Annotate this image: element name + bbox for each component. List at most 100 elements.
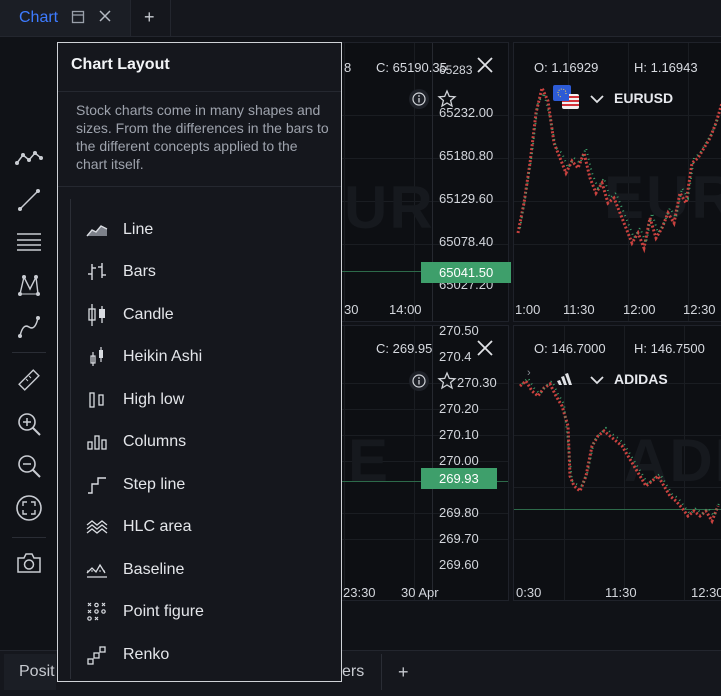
time-axis-label: 12:30 (683, 302, 716, 317)
zoom-in-icon (18, 413, 41, 436)
time-axis-label: 12:30 (691, 585, 721, 600)
detach-tab-icon[interactable] (71, 10, 85, 27)
layout-option-renko[interactable]: Renko (80, 637, 330, 673)
zoom-out-icon (18, 455, 41, 478)
time-axis-label: 14:00 (389, 302, 422, 317)
info-icon[interactable] (409, 371, 429, 391)
hlc-area-icon (84, 515, 110, 539)
layout-option-label: High low (123, 391, 185, 408)
layout-option-heikin-ashi[interactable]: Heikin Ashi (80, 339, 330, 375)
candles-eurusd (516, 83, 721, 254)
path-tool-button[interactable] (4, 309, 54, 345)
chart-bottom-right[interactable]: ADI (513, 325, 721, 601)
info-icon[interactable] (409, 89, 429, 109)
layout-option-label: Step line (123, 476, 186, 493)
baseline-chart-icon (84, 558, 110, 582)
tab-positions[interactable]: Posit (4, 654, 56, 690)
indicators-button[interactable] (4, 140, 54, 176)
tab-chart-label: Chart (19, 9, 59, 26)
layout-option-label: HLC area (123, 518, 192, 535)
candle-chart-icon (84, 303, 110, 327)
panel-title: Chart Layout (71, 56, 170, 73)
toolbar-divider (12, 537, 46, 538)
layout-option-label: Baseline (123, 561, 185, 578)
chevron-down-icon[interactable] (590, 372, 604, 390)
eu-flag-icon (553, 85, 579, 114)
chart-watermark: UR (344, 174, 435, 241)
drawing-toolbar (4, 40, 54, 646)
layout-option-baseline[interactable]: Baseline (80, 552, 330, 588)
camera-icon (17, 553, 41, 573)
layout-option-bars[interactable]: Bars (80, 254, 330, 290)
high-low-icon (84, 388, 110, 412)
chevron-down-icon[interactable] (590, 91, 604, 109)
ohlc-high: H: 1.16943 (634, 60, 698, 75)
layout-option-columns[interactable]: Columns (80, 424, 330, 460)
layout-option-label: Point figure (123, 603, 204, 620)
time-axis-label: 30 (344, 302, 359, 317)
layout-option-candle[interactable]: Candle (80, 297, 330, 333)
fit-screen-icon (16, 495, 42, 521)
layout-option-point-figure[interactable]: Point figure (80, 594, 330, 630)
price-axis-label: 269.60 (439, 557, 479, 572)
close-chart-icon[interactable] (476, 54, 494, 80)
columns-chart-icon (84, 430, 110, 454)
point-figure-icon (84, 600, 110, 624)
time-axis-label: 11:30 (563, 302, 595, 317)
collapse-arrow-icon[interactable]: › (527, 367, 531, 379)
pattern-tool-button[interactable] (4, 267, 54, 303)
trend-line-button[interactable] (4, 182, 54, 218)
bars-chart-icon (84, 260, 110, 284)
price-axis-label: 270.10 (439, 427, 479, 442)
time-axis-label: 0:30 (516, 585, 542, 600)
price-axis-label: 65283 (439, 63, 473, 77)
layout-option-label: Bars (123, 263, 156, 280)
layout-option-step-line[interactable]: Step line (80, 467, 330, 503)
chart-layout-panel: Chart Layout Stock charts come in many s… (57, 42, 342, 682)
layout-option-hlc-area[interactable]: HLC area (80, 509, 330, 545)
layout-option-label: Heikin Ashi (123, 348, 203, 365)
symbol-name[interactable]: ADIDAS (614, 371, 668, 387)
panel-description: Stock charts come in many shapes and siz… (76, 102, 329, 172)
close-tab-icon[interactable] (98, 9, 112, 26)
add-panel-tab-button[interactable]: + (398, 654, 409, 690)
chart-top-right[interactable]: EUR (513, 42, 721, 322)
price-axis-label: 65180.80 (439, 148, 494, 163)
price-axis-label: 270.50 (439, 323, 479, 338)
tab-orders[interactable]: ers (342, 654, 364, 690)
close-chart-icon[interactable] (476, 337, 494, 363)
heikin-ashi-icon (84, 345, 110, 369)
tab-divider (130, 0, 131, 36)
time-axis-label: 12:00 (623, 302, 656, 317)
price-axis-label: 269.70 (439, 531, 479, 546)
screenshot-button[interactable] (4, 545, 54, 581)
layout-option-label: Candle (123, 306, 174, 323)
list-rail (70, 199, 71, 679)
price-axis-label: 270.20 (439, 401, 479, 416)
adidas-logo-icon (557, 372, 577, 391)
horizontal-lines-button[interactable] (4, 224, 54, 260)
favorite-star-icon[interactable] (437, 371, 457, 396)
time-axis-label: 11:30 (605, 585, 637, 600)
time-axis-label: 23:30 (343, 585, 376, 600)
fit-content-button[interactable] (4, 490, 54, 526)
measure-button[interactable] (4, 362, 54, 398)
favorite-star-icon[interactable] (437, 89, 457, 114)
step-line-icon (84, 473, 110, 497)
layout-option-high-low[interactable]: High low (80, 382, 330, 418)
indicators-icon (15, 151, 43, 165)
symbol-name[interactable]: EURUSD (614, 90, 673, 106)
add-tab-button[interactable]: + (144, 7, 155, 28)
layout-option-line[interactable]: Line (80, 212, 330, 248)
tab-orders-label: ers (342, 663, 365, 680)
divider (58, 186, 341, 187)
time-axis-label: 30 Apr (401, 585, 439, 600)
zoom-in-button[interactable] (4, 406, 54, 442)
layout-option-label: Renko (123, 646, 170, 663)
horizontal-lines-icon (17, 233, 41, 251)
toolbar-divider (12, 352, 46, 353)
line-chart-icon (84, 218, 110, 242)
ohlc-close: C: 269.95 (376, 341, 433, 356)
ohlc-open: O: 146.7000 (534, 341, 606, 356)
zoom-out-button[interactable] (4, 448, 54, 484)
